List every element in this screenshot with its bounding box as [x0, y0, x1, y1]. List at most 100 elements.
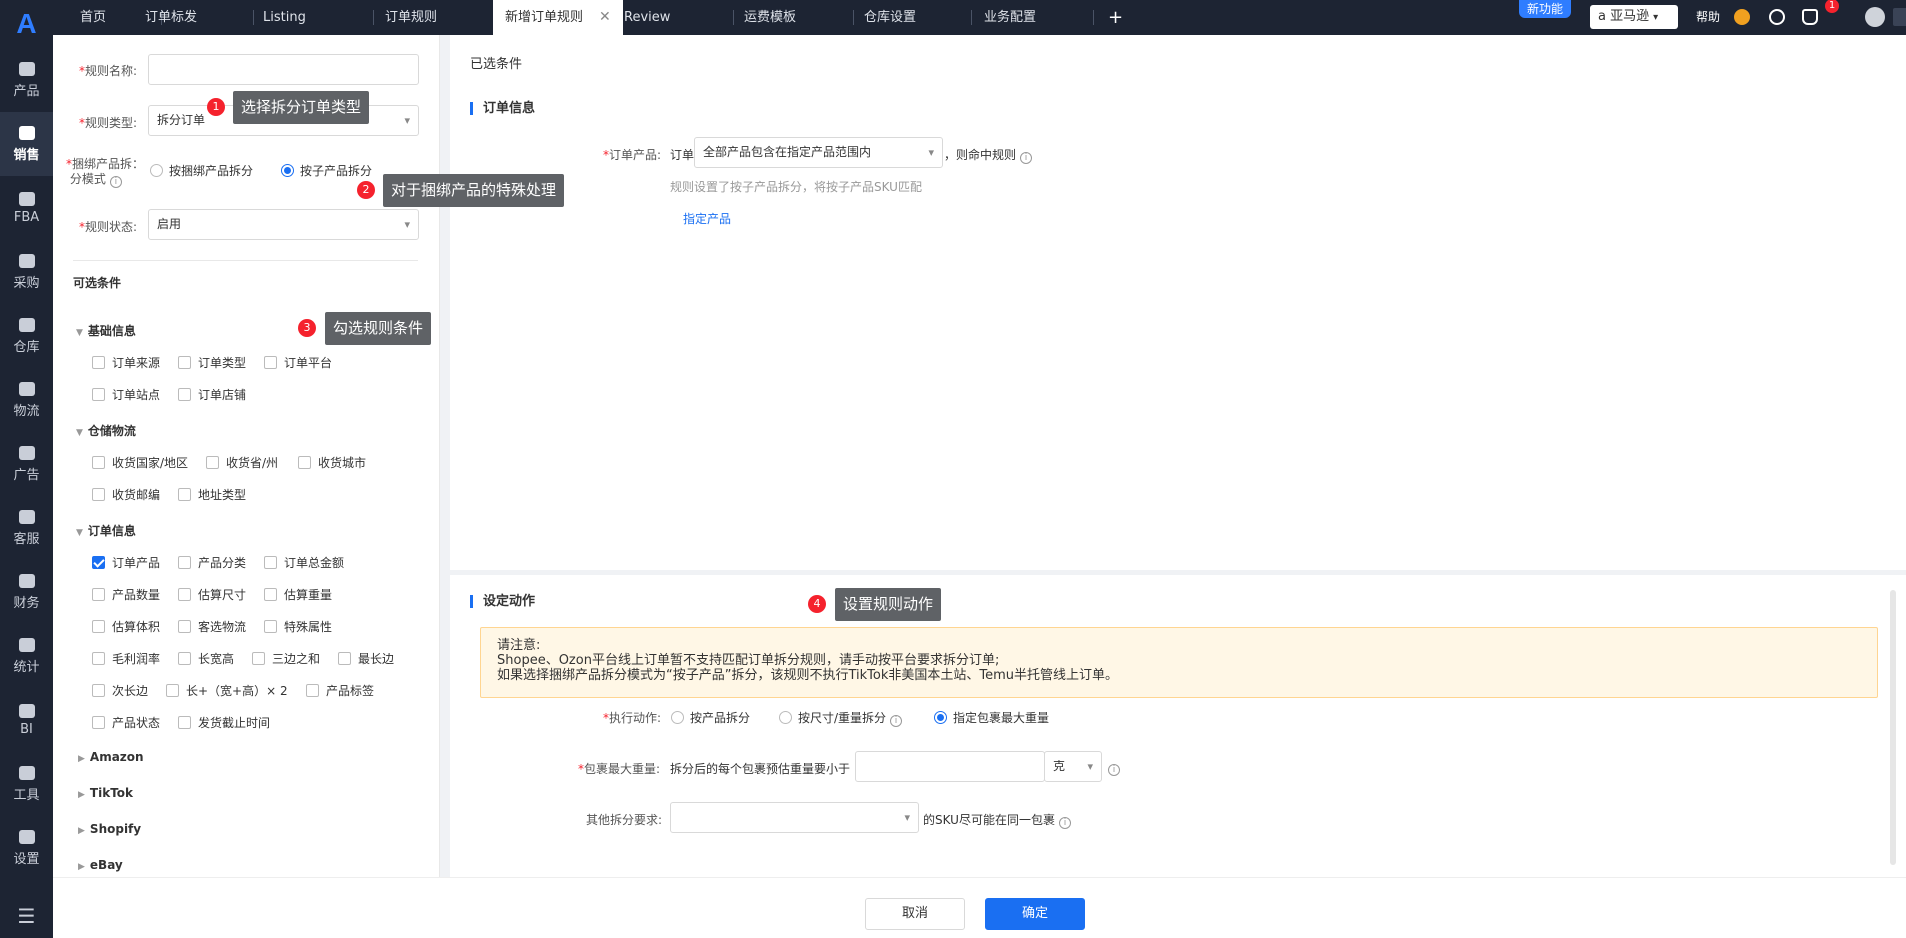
cond-product-status[interactable]: 产品状态: [92, 714, 160, 731]
nav-item-6[interactable]: 广告: [0, 432, 53, 496]
cond-ship-zip[interactable]: 收货邮编: [92, 486, 160, 503]
radio-checked-icon: [934, 711, 947, 724]
cond-product-tag[interactable]: 产品标签: [306, 682, 374, 699]
info-icon[interactable]: i: [1020, 152, 1033, 164]
cond-gross-margin[interactable]: 毛利润率: [92, 650, 160, 667]
nav-item-5[interactable]: 物流: [0, 368, 53, 432]
exec-option-by-size-weight[interactable]: 按尺寸/重量拆分 i: [779, 709, 903, 727]
cond-order-platform[interactable]: 订单平台: [264, 354, 332, 371]
exec-option-by-product[interactable]: 按产品拆分: [671, 709, 750, 726]
avatar[interactable]: [1865, 7, 1885, 27]
cond-ship-country[interactable]: 收货国家/地区: [92, 454, 188, 471]
bundle-mode-option-child[interactable]: 按子产品拆分: [281, 162, 372, 179]
user-name[interactable]: [1893, 8, 1906, 26]
cond-est-weight[interactable]: 估算重量: [264, 586, 332, 603]
bundle-mode-option-bundle[interactable]: 按捆绑产品拆分: [150, 162, 253, 179]
confirm-button[interactable]: 确定: [985, 898, 1085, 930]
info-icon[interactable]: i: [1108, 764, 1120, 776]
new-feature-badge[interactable]: 新功能: [1519, 0, 1572, 18]
nav-item-12[interactable]: 设置: [0, 816, 53, 880]
cond-order-total[interactable]: 订单总金额: [264, 554, 344, 571]
left-nav: A 产品 销售 FBA 采购 仓库 物流 广告 客服 财务 统计 BI 工具 设置 ☰: [0, 0, 53, 938]
tab-new-order-rule[interactable]: 新增订单规则 ✕: [493, 0, 623, 35]
cond-order-source[interactable]: 订单来源: [92, 354, 160, 371]
marketplace-select[interactable]: a 亚马逊 ▾: [1590, 5, 1678, 29]
cond-order-store[interactable]: 订单店铺: [178, 386, 246, 403]
group-tiktok[interactable]: ▶ TikTok: [78, 786, 133, 800]
cond-second-longest[interactable]: 次长边: [92, 682, 148, 699]
support-icon[interactable]: [1734, 9, 1750, 25]
cond-ship-city[interactable]: 收货城市: [298, 454, 366, 471]
cond-order-site[interactable]: 订单站点: [92, 386, 160, 403]
cond-est-volume[interactable]: 估算体积: [92, 618, 160, 635]
bell-icon[interactable]: [1802, 9, 1818, 25]
nav-item-0[interactable]: 产品: [0, 48, 53, 112]
nav-item-4[interactable]: 仓库: [0, 304, 53, 368]
cond-longest-side[interactable]: 最长边: [338, 650, 394, 667]
nav-item-1[interactable]: 销售: [0, 112, 53, 176]
weight-unit-select[interactable]: 克 ▾: [1044, 751, 1102, 782]
group-ebay[interactable]: ▶ eBay: [78, 858, 123, 872]
rule-status-select[interactable]: 启用 ▾: [148, 209, 419, 240]
nav-item-7[interactable]: 客服: [0, 496, 53, 560]
info-icon[interactable]: i: [890, 715, 903, 727]
caret-right-icon: ▶: [78, 826, 85, 836]
nav-item-3[interactable]: 采购: [0, 240, 53, 304]
group-basic-info[interactable]: ▼ 基础信息: [76, 322, 136, 339]
order-product-select[interactable]: 全部产品包含在指定产品范围内 ▾: [694, 137, 943, 168]
help-link[interactable]: 帮助: [1696, 0, 1720, 35]
nav-item-9[interactable]: 统计: [0, 624, 53, 688]
group-amazon[interactable]: ▶ Amazon: [78, 750, 144, 764]
nav-item-label: FBA: [13, 209, 40, 225]
logo-a-icon: A: [16, 8, 37, 39]
app-logo[interactable]: A: [0, 0, 53, 48]
chevron-down-icon: ▾: [904, 811, 910, 824]
order-product-select-value: 全部产品包含在指定产品范围内: [703, 145, 872, 159]
info-icon[interactable]: i: [109, 176, 122, 188]
group-warehouse-logistics[interactable]: ▼ 仓储物流: [76, 422, 136, 439]
group-order-info[interactable]: ▼ 订单信息: [76, 522, 136, 539]
group-shopify[interactable]: ▶ Shopify: [78, 822, 141, 836]
tab-listing[interactable]: Listing: [263, 0, 306, 35]
nav-item-11[interactable]: 工具: [0, 752, 53, 816]
cond-ship-deadline[interactable]: 发货截止时间: [178, 714, 270, 731]
tab-shipping-template[interactable]: 运费模板: [744, 0, 796, 35]
specify-products-link[interactable]: 指定产品: [683, 210, 731, 227]
info-icon[interactable]: i: [1058, 817, 1071, 829]
cancel-button[interactable]: 取消: [865, 898, 965, 930]
add-tab-icon[interactable]: +: [1108, 0, 1123, 35]
cond-address-type[interactable]: 地址类型: [178, 486, 246, 503]
cond-order-type[interactable]: 订单类型: [178, 354, 246, 371]
tab-order-mark[interactable]: 订单标发: [145, 0, 197, 35]
tab-order-rules[interactable]: 订单规则: [385, 0, 437, 35]
cond-special-attr[interactable]: 特殊属性: [264, 618, 332, 635]
other-split-select[interactable]: ▾: [670, 802, 919, 833]
cond-customer-logistics[interactable]: 客选物流: [178, 618, 246, 635]
cond-order-product[interactable]: 订单产品: [92, 554, 160, 571]
cond-product-qty[interactable]: 产品数量: [92, 586, 160, 603]
callout-4: 设置规则动作: [835, 588, 942, 621]
cond-ship-state[interactable]: 收货省/州: [206, 454, 278, 471]
cond-girth[interactable]: 长+（宽+高）× 2: [166, 682, 288, 699]
exec-option-max-weight[interactable]: 指定包裹最大重量: [934, 709, 1049, 726]
cond-sum-sides[interactable]: 三边之和: [252, 650, 320, 667]
tab-business-config[interactable]: 业务配置: [984, 0, 1036, 35]
max-weight-input[interactable]: [855, 751, 1045, 782]
tab-home[interactable]: 首页: [80, 0, 106, 35]
scrollbar[interactable]: [1890, 590, 1896, 865]
nav-item-10[interactable]: BI: [0, 688, 53, 752]
nav-item-2[interactable]: FBA: [0, 176, 53, 240]
wrench-icon: [18, 765, 35, 780]
truck-icon: [18, 381, 35, 396]
cond-product-category[interactable]: 产品分类: [178, 554, 246, 571]
collapse-menu-icon[interactable]: ☰: [0, 904, 53, 928]
close-icon[interactable]: ✕: [599, 9, 611, 25]
cond-est-size[interactable]: 估算尺寸: [178, 586, 246, 603]
tab-warehouse-settings[interactable]: 仓库设置: [864, 0, 916, 35]
tab-review[interactable]: Review: [624, 0, 670, 35]
nav-item-8[interactable]: 财务: [0, 560, 53, 624]
rule-name-input[interactable]: [148, 54, 419, 85]
callout-1-number: 1: [207, 98, 225, 116]
download-icon[interactable]: [1769, 9, 1785, 25]
cond-lwh[interactable]: 长宽高: [178, 650, 234, 667]
